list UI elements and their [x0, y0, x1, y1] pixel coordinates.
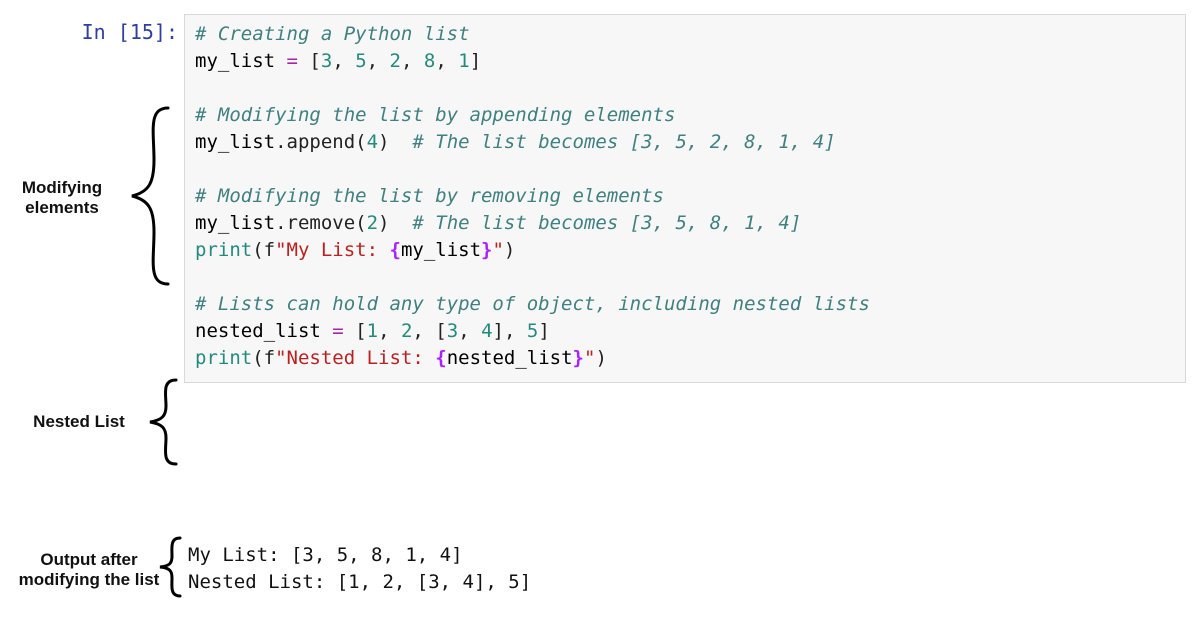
curly-brace-icon [138, 376, 184, 468]
code-comment: # Lists can hold any type of object, inc… [195, 293, 870, 315]
output-line: My List: [3, 5, 8, 1, 4] [188, 544, 463, 566]
curly-brace-icon [148, 534, 188, 600]
code-comment: # Modifying the list by appending elemen… [195, 104, 675, 126]
code-cell[interactable]: # Creating a Python list my_list = [3, 5… [184, 14, 1186, 383]
code-comment: # Modifying the list by removing element… [195, 185, 664, 207]
input-prompt: In [15]: [70, 20, 178, 44]
curly-brace-icon [118, 102, 178, 290]
code-var: my_list [195, 50, 275, 72]
code-pun: [ [309, 50, 320, 72]
execution-count: 15 [130, 20, 154, 44]
code-op: = [275, 50, 309, 72]
annotation-modifying-elements: Modifying elements [12, 178, 112, 219]
in-label: In [ [82, 20, 130, 44]
code-num: 3 [321, 50, 332, 72]
output-line: Nested List: [1, 2, [3, 4], 5] [188, 571, 531, 593]
in-close: ]: [154, 20, 178, 44]
annotation-nested-list: Nested List [24, 412, 134, 432]
output-cell: My List: [3, 5, 8, 1, 4] Nested List: [1… [188, 542, 531, 596]
code-comment: # Creating a Python list [195, 23, 470, 45]
